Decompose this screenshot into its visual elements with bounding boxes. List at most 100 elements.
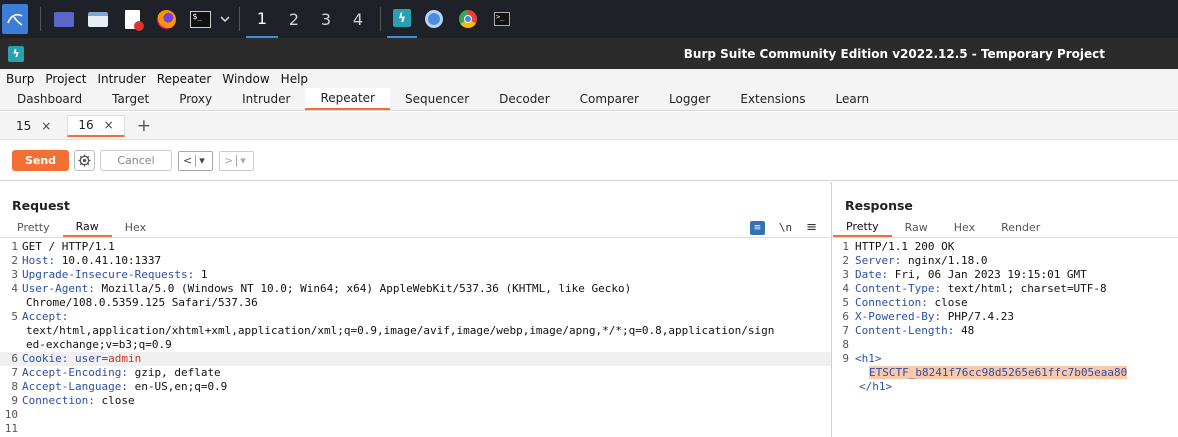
menu-bar: Burp Project Intruder Repeater Window He… bbox=[0, 69, 1178, 89]
next-request-button[interactable]: > ▾ bbox=[219, 150, 254, 171]
tab-repeater[interactable]: Repeater bbox=[305, 88, 390, 110]
close-icon[interactable]: × bbox=[104, 118, 114, 132]
code-text: text/html,application/xhtml+xml,applicat… bbox=[26, 324, 775, 337]
line-number: 7 bbox=[11, 366, 18, 379]
line-number: 4 bbox=[842, 282, 849, 295]
response-editor[interactable]: 1 HTTP/1.1 200 OK 2 Server: nginx/1.18.0… bbox=[833, 240, 1178, 437]
html-tag: </h1> bbox=[859, 380, 893, 393]
main-tabs: Dashboard Target Proxy Intruder Repeater… bbox=[0, 88, 1178, 111]
menu-help[interactable]: Help bbox=[276, 72, 313, 86]
tab-learn[interactable]: Learn bbox=[821, 88, 885, 110]
line-number: 10 bbox=[4, 408, 18, 421]
tab-logger[interactable]: Logger bbox=[654, 88, 725, 110]
header-name: User-Agent bbox=[22, 282, 89, 295]
code-line: 1 HTTP/1.1 200 OK bbox=[833, 240, 1178, 254]
line-number: 1 bbox=[842, 240, 849, 253]
header-value: nginx/1.18.0 bbox=[901, 254, 988, 267]
chevron-down-icon[interactable]: ▾ bbox=[240, 154, 246, 167]
send-button[interactable]: Send bbox=[12, 150, 69, 171]
settings-button[interactable] bbox=[74, 150, 95, 171]
workspace-4[interactable]: 4 bbox=[342, 0, 374, 38]
chrome-icon[interactable] bbox=[457, 8, 479, 30]
code-line: text/html,application/xhtml+xml,applicat… bbox=[0, 324, 831, 338]
workspace-2[interactable]: 2 bbox=[278, 0, 310, 38]
tab-intruder[interactable]: Intruder bbox=[227, 88, 305, 110]
workspace-3[interactable]: 3 bbox=[310, 0, 342, 38]
code-text: Chrome/108.0.5359.125 Safari/537.36 bbox=[26, 296, 258, 309]
request-tab-hex[interactable]: Hex bbox=[112, 218, 159, 237]
line-number: 9 bbox=[11, 394, 18, 407]
workspace-1[interactable]: 1 bbox=[246, 0, 278, 38]
burp-logo-icon: ϟ bbox=[8, 45, 24, 62]
response-tab-hex[interactable]: Hex bbox=[941, 218, 988, 237]
tab-dashboard[interactable]: Dashboard bbox=[0, 88, 97, 110]
tab-decoder[interactable]: Decoder bbox=[484, 88, 565, 110]
line-number: 5 bbox=[842, 296, 849, 309]
menu-project[interactable]: Project bbox=[40, 72, 91, 86]
line-number: 8 bbox=[842, 338, 849, 351]
header-name: Accept-Language bbox=[22, 380, 122, 393]
terminal-icon[interactable]: $_ bbox=[189, 8, 211, 30]
header-name: Connection bbox=[22, 394, 89, 407]
tab-sequencer[interactable]: Sequencer bbox=[390, 88, 484, 110]
kali-menu-icon[interactable] bbox=[2, 4, 28, 34]
burp-suite-icon: ϟ bbox=[393, 9, 411, 27]
hamburger-menu-icon[interactable]: ≡ bbox=[806, 220, 817, 235]
header-name: Accept-Encoding bbox=[22, 366, 122, 379]
add-tab-button[interactable]: + bbox=[137, 116, 151, 136]
chevron-left-icon: < bbox=[183, 154, 193, 167]
file-manager-icon[interactable] bbox=[87, 8, 109, 30]
chevron-down-icon[interactable] bbox=[219, 8, 231, 30]
code-line: 7 Content-Length: 48 bbox=[833, 324, 1178, 338]
code-line: 2 Server: nginx/1.18.0 bbox=[833, 254, 1178, 268]
tab-target[interactable]: Target bbox=[97, 88, 164, 110]
line-number: 1 bbox=[11, 240, 18, 253]
code-line: 2 Host: 10.0.41.10:1337 bbox=[0, 254, 831, 268]
show-desktop-icon[interactable] bbox=[53, 8, 75, 30]
tab-proxy[interactable]: Proxy bbox=[164, 88, 227, 110]
code-line: 5 Accept: bbox=[0, 310, 831, 324]
os-taskbar: $_ 1 2 3 4 ϟ >_ bbox=[0, 0, 1178, 38]
word-wrap-icon[interactable]: ≡ bbox=[749, 220, 765, 235]
code-text: HTTP/1.1 200 OK bbox=[855, 240, 955, 253]
request-tab-raw[interactable]: Raw bbox=[62, 218, 112, 237]
repeater-tab-15[interactable]: 15 × bbox=[6, 115, 61, 137]
repeater-tab-16[interactable]: 16 × bbox=[67, 114, 125, 137]
code-line-cookie: 6 Cookie: user=admin bbox=[0, 352, 831, 366]
terminal-window-icon[interactable]: >_ bbox=[491, 8, 513, 30]
burp-task-button[interactable]: ϟ bbox=[387, 0, 417, 38]
tab-extensions[interactable]: Extensions bbox=[725, 88, 820, 110]
code-line: </h1> bbox=[833, 380, 1178, 394]
chevron-down-icon[interactable]: ▾ bbox=[199, 154, 205, 167]
menu-repeater[interactable]: Repeater bbox=[152, 72, 217, 86]
text-editor-icon[interactable] bbox=[121, 8, 144, 31]
request-editor[interactable]: 1 GET / HTTP/1.1 2 Host: 10.0.41.10:1337… bbox=[0, 240, 831, 437]
header-value: 10.0.41.10:1337 bbox=[55, 254, 162, 267]
line-number: 6 bbox=[11, 352, 18, 365]
menu-burp[interactable]: Burp bbox=[1, 72, 39, 86]
menu-window[interactable]: Window bbox=[217, 72, 274, 86]
menu-intruder[interactable]: Intruder bbox=[92, 72, 150, 86]
taskbar-separator bbox=[380, 7, 381, 31]
response-tab-render[interactable]: Render bbox=[988, 218, 1053, 237]
response-tab-pretty[interactable]: Pretty bbox=[833, 218, 892, 237]
cookie-name: user= bbox=[68, 352, 109, 365]
taskbar-separator bbox=[40, 7, 41, 31]
firefox-icon[interactable] bbox=[155, 8, 177, 30]
code-line: 3 Upgrade-Insecure-Requests: 1 bbox=[0, 268, 831, 282]
header-value: text/html; charset=UTF-8 bbox=[941, 282, 1107, 295]
request-tab-pretty[interactable]: Pretty bbox=[0, 218, 63, 237]
html-tag: <h1> bbox=[855, 352, 882, 365]
response-tab-raw[interactable]: Raw bbox=[892, 218, 941, 237]
code-line: 4 User-Agent: Mozilla/5.0 (Windows NT 10… bbox=[0, 282, 831, 296]
previous-request-button[interactable]: < ▾ bbox=[178, 150, 213, 171]
code-line: 6 X-Powered-By: PHP/7.4.23 bbox=[833, 310, 1178, 324]
header-value: Mozilla/5.0 (Windows NT 10.0; Win64; x64… bbox=[94, 282, 632, 295]
close-icon[interactable]: × bbox=[41, 119, 51, 133]
tab-comparer[interactable]: Comparer bbox=[565, 88, 654, 110]
chromium-icon[interactable] bbox=[423, 8, 445, 30]
cancel-button[interactable]: Cancel bbox=[100, 150, 172, 171]
taskbar-separator bbox=[239, 7, 240, 31]
newline-toggle-icon[interactable]: \n bbox=[779, 221, 792, 234]
repeater-tabs: 15 × 16 × + bbox=[0, 112, 1178, 140]
